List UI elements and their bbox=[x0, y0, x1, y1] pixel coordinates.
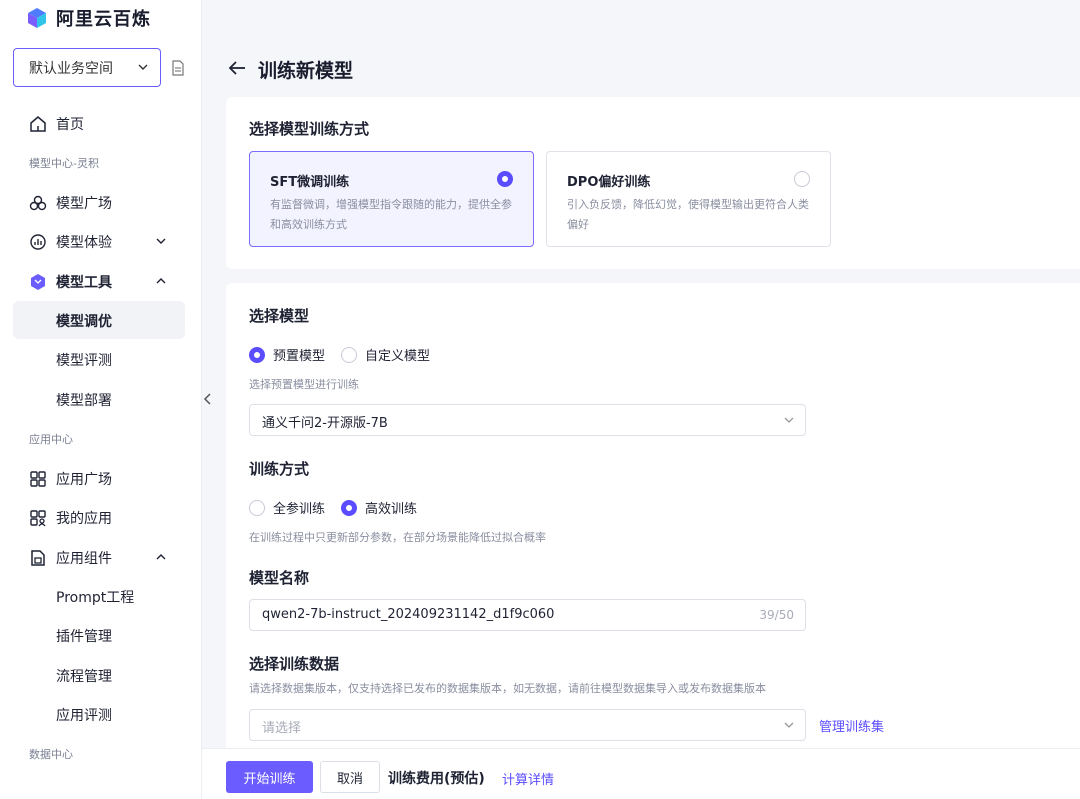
sidebar-item-label: 模型调优 bbox=[56, 314, 112, 330]
chevron-down-icon bbox=[156, 238, 166, 244]
radio-label: 高效训练 bbox=[365, 502, 418, 517]
back-arrow-icon[interactable] bbox=[227, 58, 247, 78]
radio-label: 预置模型 bbox=[273, 349, 326, 364]
sidebar-item-label: 应用评测 bbox=[56, 708, 112, 724]
sidebar-item-my-apps[interactable]: 我的应用 bbox=[13, 498, 185, 536]
model-name-input[interactable]: qwen2-7b-instruct_202409231142_d1f9c060 … bbox=[249, 599, 806, 631]
model-source-radio-group: 预置模型 自定义模型 bbox=[249, 345, 430, 364]
sidebar-item-model-tuning[interactable]: 模型调优 bbox=[13, 301, 185, 339]
cancel-button[interactable]: 取消 bbox=[320, 761, 380, 793]
option-desc: 引入负反馈，降低幻觉，使得模型输出更符合人类偏好 bbox=[567, 198, 809, 231]
logo[interactable]: 阿里云百炼 bbox=[26, 5, 151, 31]
brand-name: 阿里云百炼 bbox=[56, 9, 151, 30]
radio-selected[interactable] bbox=[497, 171, 513, 187]
sidebar-item-label: 首页 bbox=[56, 117, 84, 133]
sidebar-item-label: 模型广场 bbox=[56, 196, 112, 212]
method-option-dpo[interactable]: DPO偏好训练 引入负反馈，降低幻觉，使得模型输出更符合人类偏好 bbox=[546, 151, 831, 247]
grid-icon bbox=[30, 471, 46, 487]
training-config-card: 选择模型 预置模型 自定义模型 选择预置模型进行训练 通义千问2-开源版-7B … bbox=[226, 283, 1080, 753]
train-mode-heading: 训练方式 bbox=[249, 460, 310, 478]
workspace-label: 默认业务空间 bbox=[29, 60, 113, 77]
option-title: SFT微调训练 bbox=[270, 175, 350, 190]
chevron-up-icon bbox=[156, 278, 166, 284]
method-option-sft[interactable]: SFT微调训练 有监督微调，增强模型指令跟随的能力，提供全参和高效训练方式 bbox=[249, 151, 534, 247]
training-method-card: 选择模型训练方式 SFT微调训练 有监督微调，增强模型指令跟随的能力，提供全参和… bbox=[226, 97, 1080, 269]
section-label-app: 应用中心 bbox=[29, 433, 73, 446]
chevron-down-icon bbox=[784, 417, 794, 423]
radio-custom-model[interactable] bbox=[341, 346, 358, 363]
sidebar-item-plugin[interactable]: 插件管理 bbox=[13, 616, 185, 654]
dataset-select[interactable]: 请选择 bbox=[249, 709, 806, 741]
radio-full-training[interactable] bbox=[249, 499, 265, 516]
brand-logo-icon bbox=[28, 8, 46, 28]
sidebar-item-label: 我的应用 bbox=[56, 511, 112, 527]
radio-label: 自定义模型 bbox=[365, 349, 431, 364]
radio-unselected[interactable] bbox=[794, 171, 810, 187]
model-hint: 选择预置模型进行训练 bbox=[249, 378, 359, 391]
train-mode-hint: 在训练过程中只更新部分参数，在部分场景能降低过拟合概率 bbox=[249, 531, 546, 544]
section-label-data: 数据中心 bbox=[29, 748, 73, 761]
model-select-value: 通义千问2-开源版-7B bbox=[262, 416, 388, 431]
sidebar-item-label: 应用广场 bbox=[56, 472, 112, 488]
sidebar-item-flow[interactable]: 流程管理 bbox=[13, 656, 185, 694]
chevron-down-icon bbox=[784, 722, 794, 728]
model-select[interactable]: 通义千问2-开源版-7B bbox=[249, 404, 806, 436]
start-training-button[interactable]: 开始训练 bbox=[226, 761, 313, 793]
page-title: 训练新模型 bbox=[258, 60, 354, 82]
sidebar-item-model-tools[interactable]: 模型工具 bbox=[13, 262, 185, 300]
model-heading: 选择模型 bbox=[249, 307, 310, 325]
document-icon[interactable] bbox=[171, 60, 185, 76]
chart-circle-icon bbox=[30, 234, 46, 250]
sidebar-item-label: 模型评测 bbox=[56, 353, 112, 369]
chevron-up-icon bbox=[156, 554, 166, 560]
footer-bar: 开始训练 取消 训练费用(预估) 计算详情 bbox=[202, 748, 1080, 799]
training-fee-label: 训练费用(预估) bbox=[388, 771, 485, 787]
radio-label: 全参训练 bbox=[273, 502, 326, 517]
train-mode-radio-group: 全参训练 高效训练 bbox=[249, 498, 417, 517]
sidebar-collapse-button[interactable] bbox=[198, 384, 218, 414]
sidebar-item-label: 应用组件 bbox=[56, 551, 112, 567]
sidebar-item-app-square[interactable]: 应用广场 bbox=[13, 459, 185, 497]
method-heading: 选择模型训练方式 bbox=[249, 120, 370, 138]
home-icon bbox=[30, 116, 46, 132]
sidebar-item-model-experience[interactable]: 模型体验 bbox=[13, 222, 185, 260]
dataset-select-placeholder: 请选择 bbox=[262, 721, 302, 736]
chevron-left-icon bbox=[203, 393, 211, 405]
model-name-heading: 模型名称 bbox=[249, 569, 310, 587]
sidebar: 阿里云百炼 默认业务空间 首页 模型中心-灵积 模型广场 模型体验 模型工具 模… bbox=[0, 0, 202, 799]
cube-icon bbox=[31, 274, 45, 290]
chevron-down-icon bbox=[138, 64, 148, 70]
sidebar-item-app-components[interactable]: 应用组件 bbox=[13, 538, 185, 576]
sidebar-item-label: 模型部署 bbox=[56, 393, 112, 409]
dataset-heading: 选择训练数据 bbox=[249, 655, 340, 673]
dataset-hint: 请选择数据集版本，仅支持选择已发布的数据集版本，如无数据，请前往模型数据集导入或… bbox=[249, 682, 766, 695]
sidebar-item-label: Prompt工程 bbox=[56, 590, 135, 606]
sidebar-item-model-deploy[interactable]: 模型部署 bbox=[13, 380, 185, 418]
cloud-cluster-icon bbox=[29, 195, 47, 211]
radio-preset-model[interactable] bbox=[249, 346, 265, 363]
radio-efficient-training[interactable] bbox=[341, 499, 358, 516]
sidebar-item-label: 插件管理 bbox=[56, 629, 112, 645]
option-title: DPO偏好训练 bbox=[567, 175, 651, 190]
fee-detail-link[interactable]: 计算详情 bbox=[502, 769, 554, 788]
workspace-select[interactable]: 默认业务空间 bbox=[13, 48, 161, 87]
sidebar-item-model-square[interactable]: 模型广场 bbox=[13, 183, 185, 221]
sidebar-item-label: 模型体验 bbox=[56, 235, 112, 251]
user-grid-icon bbox=[30, 510, 46, 527]
sidebar-item-app-eval[interactable]: 应用评测 bbox=[13, 695, 185, 733]
sidebar-item-model-eval[interactable]: 模型评测 bbox=[13, 340, 185, 378]
sidebar-item-prompt[interactable]: Prompt工程 bbox=[13, 577, 185, 615]
sidebar-item-label: 流程管理 bbox=[56, 669, 112, 685]
sidebar-item-label: 模型工具 bbox=[56, 275, 112, 291]
option-desc: 有监督微调，增强模型指令跟随的能力，提供全参和高效训练方式 bbox=[270, 198, 512, 231]
char-counter: 39/50 bbox=[759, 608, 794, 622]
section-label-model: 模型中心-灵积 bbox=[29, 157, 99, 170]
manage-dataset-link[interactable]: 管理训练集 bbox=[819, 716, 884, 735]
model-name-value: qwen2-7b-instruct_202409231142_d1f9c060 bbox=[262, 607, 555, 622]
file-icon bbox=[31, 550, 45, 566]
sidebar-item-home[interactable]: 首页 bbox=[13, 104, 185, 142]
